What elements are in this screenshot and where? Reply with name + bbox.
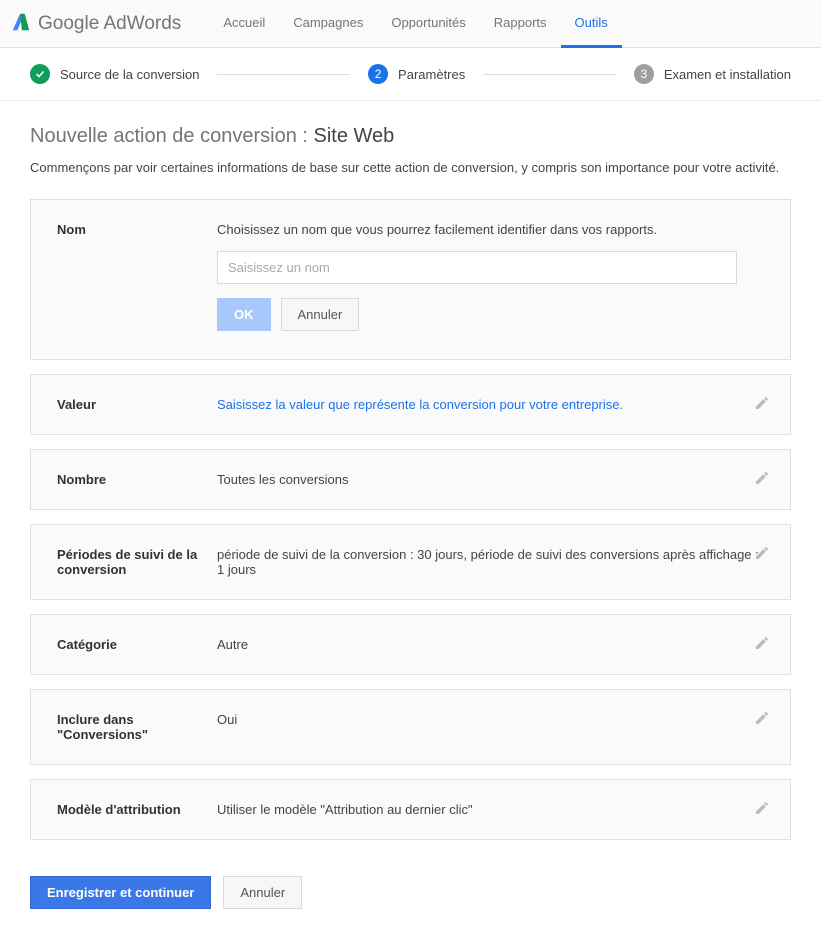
nav-rapports[interactable]: Rapports [480,0,561,48]
step-2[interactable]: 2 Paramètres [368,64,465,84]
save-continue-button[interactable]: Enregistrer et continuer [30,876,211,909]
adwords-logo-icon [10,11,38,36]
step-1[interactable]: Source de la conversion [30,64,199,84]
page-description: Commençons par voir certaines informatio… [30,160,791,175]
step-1-label: Source de la conversion [60,67,199,82]
nav-campagnes[interactable]: Campagnes [279,0,377,48]
step-line [217,74,350,75]
card-periodes-value: période de suivi de la conversion : 30 j… [217,547,764,577]
card-inclure-label: Inclure dans "Conversions" [57,712,217,742]
card-periodes[interactable]: Périodes de suivi de la conversion pério… [30,524,791,600]
footer-buttons: Enregistrer et continuer Annuler [30,876,791,909]
step-line [483,74,616,75]
card-inclure[interactable]: Inclure dans "Conversions" Oui [30,689,791,765]
card-valeur-label: Valeur [57,397,217,412]
card-categorie-value: Autre [217,637,764,652]
card-categorie[interactable]: Catégorie Autre [30,614,791,675]
content: Nouvelle action de conversion : Site Web… [0,101,821,949]
pencil-icon[interactable] [754,635,770,654]
settings-cards: Nom Choisissez un nom que vous pourrez f… [30,199,791,840]
pencil-icon[interactable] [754,800,770,819]
logo-text: Google AdWords [38,13,181,35]
stepper: Source de la conversion 2 Paramètres 3 E… [0,48,821,101]
card-valeur[interactable]: Valeur Saisissez la valeur que représent… [30,374,791,435]
top-nav: Accueil Campagnes Opportunités Rapports … [209,0,621,48]
nav-outils[interactable]: Outils [561,0,622,48]
pencil-icon[interactable] [754,470,770,489]
page-title: Nouvelle action de conversion : Site Web [30,125,791,148]
pencil-icon[interactable] [754,545,770,564]
step-2-number: 2 [368,64,388,84]
card-modele[interactable]: Modèle d'attribution Utiliser le modèle … [30,779,791,840]
card-nom-help: Choisissez un nom que vous pourrez facil… [217,222,764,237]
step-3[interactable]: 3 Examen et installation [634,64,791,84]
pencil-icon[interactable] [754,710,770,729]
nav-opportunites[interactable]: Opportunités [377,0,479,48]
step-3-number: 3 [634,64,654,84]
top-bar: Google AdWords Accueil Campagnes Opportu… [0,0,821,48]
logo[interactable]: Google AdWords [10,11,181,36]
card-periodes-label: Périodes de suivi de la conversion [57,547,217,577]
card-valeur-value[interactable]: Saisissez la valeur que représente la co… [217,397,764,412]
nav-accueil[interactable]: Accueil [209,0,279,48]
card-categorie-label: Catégorie [57,637,217,652]
card-nom-body: Choisissez un nom que vous pourrez facil… [217,222,764,331]
ok-button[interactable]: OK [217,298,271,331]
card-nombre[interactable]: Nombre Toutes les conversions [30,449,791,510]
card-nom-label: Nom [57,222,217,331]
card-inclure-value: Oui [217,712,764,742]
step-3-label: Examen et installation [664,67,791,82]
step-2-label: Paramètres [398,67,465,82]
card-modele-label: Modèle d'attribution [57,802,217,817]
footer-cancel-button[interactable]: Annuler [223,876,302,909]
check-icon [30,64,50,84]
cancel-button[interactable]: Annuler [281,298,360,331]
pencil-icon[interactable] [754,395,770,414]
card-nombre-label: Nombre [57,472,217,487]
card-nom: Nom Choisissez un nom que vous pourrez f… [30,199,791,360]
card-modele-value: Utiliser le modèle "Attribution au derni… [217,802,764,817]
card-nombre-value: Toutes les conversions [217,472,764,487]
nom-input[interactable] [217,251,737,284]
